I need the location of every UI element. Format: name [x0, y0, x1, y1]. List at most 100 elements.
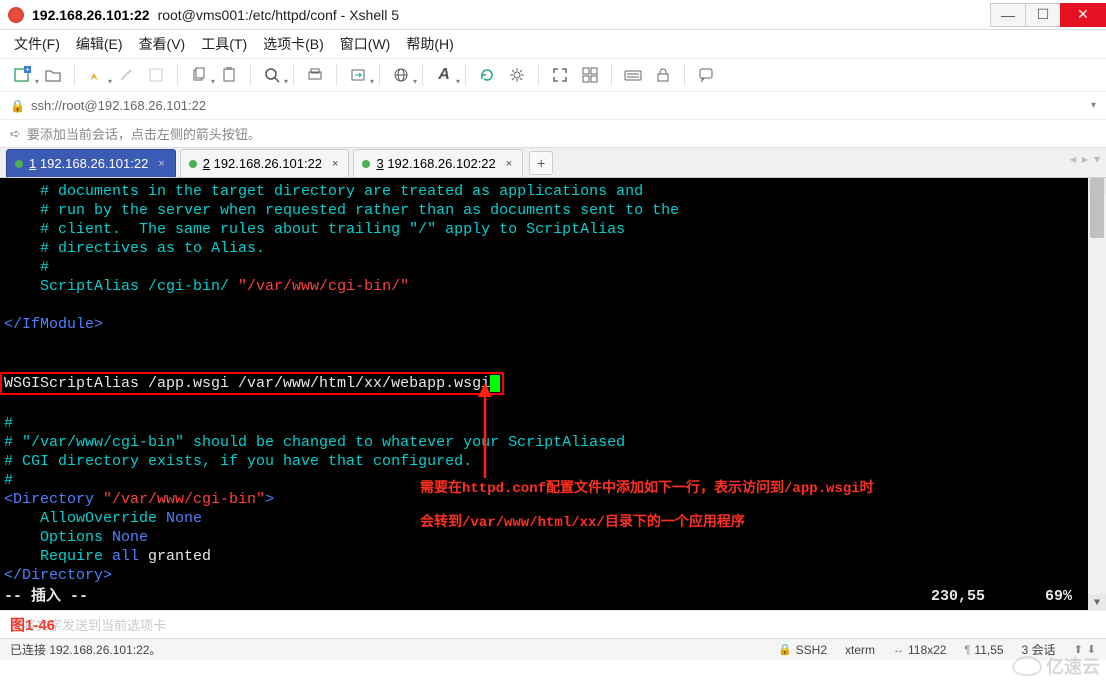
transfer-icon[interactable]: [345, 62, 371, 88]
vim-status-line: -- 插入 -- 230,55 69%: [4, 587, 1102, 606]
wand-icon[interactable]: [113, 62, 139, 88]
session-tab-1[interactable]: 1 192.168.26.101:22 ×: [6, 149, 176, 177]
menu-tool[interactable]: 工具(T): [201, 34, 247, 54]
highlight-icon[interactable]: [83, 62, 109, 88]
address-text[interactable]: ssh://root@192.168.26.101:22: [31, 98, 1091, 113]
font-icon[interactable]: A: [431, 62, 457, 88]
properties-icon[interactable]: [143, 62, 169, 88]
title-host: 192.168.26.101:22: [32, 7, 150, 23]
vim-cursor-pos: 230,55: [931, 587, 985, 606]
session-tab-2[interactable]: 2 192.168.26.101:22 ×: [180, 149, 350, 177]
tab-num: 1: [29, 156, 36, 171]
new-session-icon[interactable]: +: [10, 62, 36, 88]
term-line: # run by the server when requested rathe…: [4, 201, 1102, 220]
session-tabbar: 1 192.168.26.101:22 × 2 192.168.26.101:2…: [0, 148, 1106, 178]
statusbar: 已连接 192.168.26.101:22。 🔒SSH2 xterm ↔118x…: [0, 638, 1106, 660]
address-dropdown-icon[interactable]: ▾: [1091, 100, 1096, 111]
term-line: </Directory>: [4, 566, 1102, 585]
tab-list-icon[interactable]: ▾: [1094, 152, 1100, 166]
address-bar: 🔒 ssh://root@192.168.26.101:22 ▾: [0, 92, 1106, 120]
chat-icon[interactable]: [693, 62, 719, 88]
term-line: # directives as to Alias.: [4, 239, 1102, 258]
open-icon[interactable]: [40, 62, 66, 88]
term-line: # "/var/www/cgi-bin" should be changed t…: [4, 433, 1102, 452]
lock-icon[interactable]: [650, 62, 676, 88]
titlebar: 192.168.26.101:22 root@vms001:/etc/httpd…: [0, 0, 1106, 30]
menu-tab[interactable]: 选项卡(B): [263, 34, 324, 54]
tab-close-icon[interactable]: ×: [506, 158, 512, 170]
cloud-icon: [1012, 656, 1042, 676]
title-path: root@vms001:/etc/httpd/conf - Xshell 5: [158, 7, 399, 23]
window-controls: — ☐ ✕: [991, 3, 1106, 27]
terminal-scrollbar[interactable]: ▲ ▼: [1088, 178, 1106, 610]
terminal-view[interactable]: # documents in the target directory are …: [0, 178, 1106, 610]
term-line: #: [4, 414, 1102, 433]
term-line: </IfModule>: [4, 315, 1102, 334]
status-dot-icon: [189, 160, 197, 168]
menu-help[interactable]: 帮助(H): [406, 34, 453, 54]
menu-window[interactable]: 窗口(W): [340, 34, 391, 54]
tab-num: 2: [203, 156, 210, 171]
menu-edit[interactable]: 编辑(E): [76, 34, 123, 54]
status-protocol: SSH2: [796, 643, 827, 657]
protocol-lock-icon: 🔒: [10, 99, 25, 113]
tab-prev-icon[interactable]: ◂: [1070, 152, 1076, 166]
search-icon[interactable]: [259, 62, 285, 88]
toolbar: + A: [0, 58, 1106, 92]
info-text: 要添加当前会话，点击左侧的箭头按钮。: [27, 124, 261, 143]
gear-icon[interactable]: [504, 62, 530, 88]
tab-close-icon[interactable]: ×: [332, 158, 338, 170]
highlighted-config-line: WSGIScriptAlias /app.wsgi /var/www/html/…: [4, 372, 1102, 395]
status-emulation: xterm: [845, 643, 875, 657]
tab-label: 192.168.26.101:22: [40, 156, 148, 171]
cursor-icon: ¶: [964, 644, 970, 656]
tab-label: 192.168.26.101:22: [214, 156, 322, 171]
vim-scroll-pct: 69%: [1045, 587, 1072, 606]
tab-num: 3: [376, 156, 383, 171]
scroll-thumb[interactable]: [1090, 178, 1104, 238]
paste-icon[interactable]: [216, 62, 242, 88]
app-icon: [8, 7, 24, 23]
maximize-button[interactable]: ☐: [1025, 3, 1061, 27]
status-size: 118x22: [908, 643, 946, 657]
annotation-text-2: 会转到/var/www/html/xx/目录下的一个应用程序: [420, 512, 745, 534]
tab-label: 192.168.26.102:22: [387, 156, 495, 171]
scroll-down-icon[interactable]: ▼: [1088, 594, 1106, 610]
annotation-arrow-icon: [470, 383, 500, 483]
status-cursor: 11,55: [974, 643, 1003, 657]
status-dot-icon: [362, 160, 370, 168]
keyboard-icon[interactable]: [620, 62, 646, 88]
term-line: # documents in the target directory are …: [4, 182, 1102, 201]
send-bar: 图1-46 仅将文字发送到当前选项卡: [0, 610, 1106, 638]
tab-close-icon[interactable]: ×: [158, 158, 164, 170]
copy-icon[interactable]: [186, 62, 212, 88]
menubar: 文件(F) 编辑(E) 查看(V) 工具(T) 选项卡(B) 窗口(W) 帮助(…: [0, 30, 1106, 58]
globe-icon[interactable]: [388, 62, 414, 88]
tab-next-icon[interactable]: ▸: [1082, 152, 1088, 166]
info-bar: ➪ 要添加当前会话，点击左侧的箭头按钮。: [0, 120, 1106, 148]
vim-mode: -- 插入 --: [4, 587, 88, 606]
size-icon: ↔: [893, 644, 904, 656]
session-tab-3[interactable]: 3 192.168.26.102:22 ×: [353, 149, 523, 177]
watermark: 亿速云: [1012, 653, 1100, 679]
menu-file[interactable]: 文件(F): [14, 34, 60, 54]
watermark-text: 亿速云: [1046, 653, 1100, 679]
term-line: # client. The same rules about trailing …: [4, 220, 1102, 239]
menu-view[interactable]: 查看(V): [139, 34, 186, 54]
add-tab-button[interactable]: +: [529, 151, 553, 175]
term-line: ScriptAlias /cgi-bin/ "/var/www/cgi-bin/…: [4, 277, 1102, 296]
arrow-tip-icon[interactable]: ➪: [10, 126, 21, 142]
refresh-icon[interactable]: [474, 62, 500, 88]
status-dot-icon: [15, 160, 23, 168]
minimize-button[interactable]: —: [990, 3, 1026, 27]
print-icon[interactable]: [302, 62, 328, 88]
term-line: # CGI directory exists, if you have that…: [4, 452, 1102, 471]
svg-text:+: +: [25, 66, 30, 74]
layout-icon[interactable]: [577, 62, 603, 88]
send-note: 仅将文字发送到当前选项卡: [10, 615, 166, 634]
tab-nav: ◂ ▸ ▾: [1070, 152, 1100, 166]
term-line: Require all granted: [4, 547, 1102, 566]
fullscreen-icon[interactable]: [547, 62, 573, 88]
close-button[interactable]: ✕: [1060, 3, 1106, 27]
term-line: #: [4, 258, 1102, 277]
